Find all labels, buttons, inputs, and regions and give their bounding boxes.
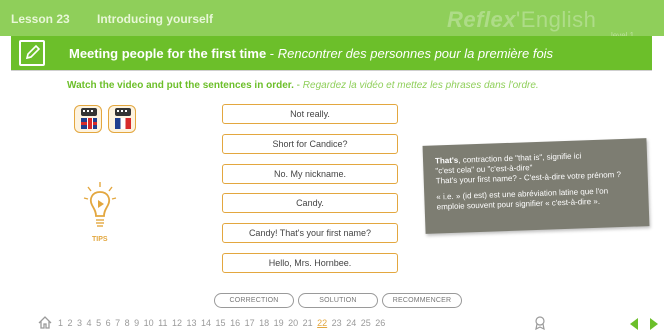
- page-number-20[interactable]: 20: [288, 318, 298, 328]
- page-number-22[interactable]: 22: [317, 318, 327, 328]
- page-number-11[interactable]: 11: [158, 318, 167, 328]
- page-number-10[interactable]: 10: [144, 318, 154, 328]
- page-number-1[interactable]: 1: [58, 318, 63, 328]
- lightbulb-icon: [83, 182, 117, 227]
- video-english-button[interactable]: [74, 105, 102, 133]
- lesson-section-title: Introducing yourself: [97, 12, 214, 26]
- medal-icon[interactable]: [534, 316, 546, 330]
- solution-button[interactable]: SOLUTION: [298, 293, 378, 308]
- page-number-25[interactable]: 25: [361, 318, 371, 328]
- page-number-18[interactable]: 18: [259, 318, 269, 328]
- exercise-title-fr: Rencontrer des personnes pour la premièr…: [277, 46, 554, 61]
- grammar-tip-note: That's, contraction de "that is", signif…: [422, 138, 650, 234]
- lesson-number: Lesson 23: [11, 12, 70, 26]
- page-number-list: 1 2 3 4 5 6 7 8 9 10 11 12 13 14 15 16 17 18 19 20 21 22 23 24 2…: [58, 318, 390, 328]
- instruction-fr: Regardez la vidéo et mettez les phrases …: [302, 80, 539, 91]
- brand-main: Reflex: [447, 7, 517, 32]
- page-number-2[interactable]: 2: [68, 318, 73, 328]
- page-number-17[interactable]: 17: [245, 318, 255, 328]
- page-number-15[interactable]: 15: [216, 318, 226, 328]
- page-number-12[interactable]: 12: [172, 318, 182, 328]
- restart-button[interactable]: RECOMMENCER: [382, 293, 462, 308]
- exercise-title: Meeting people for the first time - Renc…: [69, 46, 553, 61]
- brand-accent: 'English: [516, 7, 597, 32]
- pencil-icon: [19, 40, 45, 66]
- previous-page-arrow[interactable]: [630, 318, 638, 330]
- sentence-tile[interactable]: Hello, Mrs. Hornbee.: [222, 253, 398, 273]
- film-icon: [81, 108, 97, 116]
- sentence-tile[interactable]: Candy! That's your first name?: [222, 223, 398, 243]
- page-number-8[interactable]: 8: [125, 318, 130, 328]
- tip-line-4: « i.e. » (id est) est une abréviation la…: [436, 186, 609, 212]
- page-number-14[interactable]: 14: [201, 318, 211, 328]
- page-number-24[interactable]: 24: [346, 318, 356, 328]
- page-number-7[interactable]: 7: [115, 318, 120, 328]
- page-number-5[interactable]: 5: [96, 318, 101, 328]
- page-number-21[interactable]: 21: [303, 318, 313, 328]
- page-number-9[interactable]: 9: [134, 318, 139, 328]
- tip-definition: That's, contraction de "that is", signif…: [435, 150, 636, 187]
- page-number-4[interactable]: 4: [87, 318, 92, 328]
- exercise-title-en: Meeting people for the first time: [69, 46, 267, 61]
- sentence-tile[interactable]: Not really.: [222, 104, 398, 124]
- tips-button[interactable]: TIPS: [83, 180, 117, 250]
- sentence-tile[interactable]: Short for Candice?: [222, 134, 398, 154]
- tip-term: That's: [434, 155, 459, 166]
- page-navigation: 1 2 3 4 5 6 7 8 9 10 11 12 13 14 15 16 17 18 19 20 21 22 23 24 2…: [0, 314, 664, 333]
- page-number-23[interactable]: 23: [332, 318, 342, 328]
- top-bar: Lesson 23 Introducing yourself Reflex'En…: [0, 0, 664, 40]
- exercise-title-bar: Meeting people for the first time - Renc…: [11, 36, 652, 70]
- exercise-title-separator: -: [266, 46, 278, 61]
- home-icon[interactable]: [38, 316, 52, 329]
- instruction-en: Watch the video and put the sentences in…: [67, 80, 294, 91]
- tips-label: TIPS: [92, 236, 108, 243]
- page-number-13[interactable]: 13: [187, 318, 197, 328]
- sentence-tile[interactable]: No. My nickname.: [222, 164, 398, 184]
- film-icon: [115, 108, 131, 116]
- instruction-separator: -: [293, 80, 303, 91]
- next-page-arrow[interactable]: [650, 318, 658, 330]
- brand-logo: Reflex'English: [447, 7, 596, 33]
- title-divider: [11, 70, 652, 71]
- page-number-6[interactable]: 6: [106, 318, 111, 328]
- page-number-16[interactable]: 16: [230, 318, 240, 328]
- video-french-button[interactable]: [108, 105, 136, 133]
- france-flag-icon: [115, 118, 131, 129]
- page-number-3[interactable]: 3: [77, 318, 82, 328]
- correction-button[interactable]: CORRECTION: [214, 293, 294, 308]
- instruction-text: Watch the video and put the sentences in…: [67, 80, 539, 91]
- page-number-19[interactable]: 19: [274, 318, 284, 328]
- uk-flag-icon: [81, 118, 97, 129]
- page-number-26[interactable]: 26: [375, 318, 385, 328]
- sentence-tile[interactable]: Candy.: [222, 193, 398, 213]
